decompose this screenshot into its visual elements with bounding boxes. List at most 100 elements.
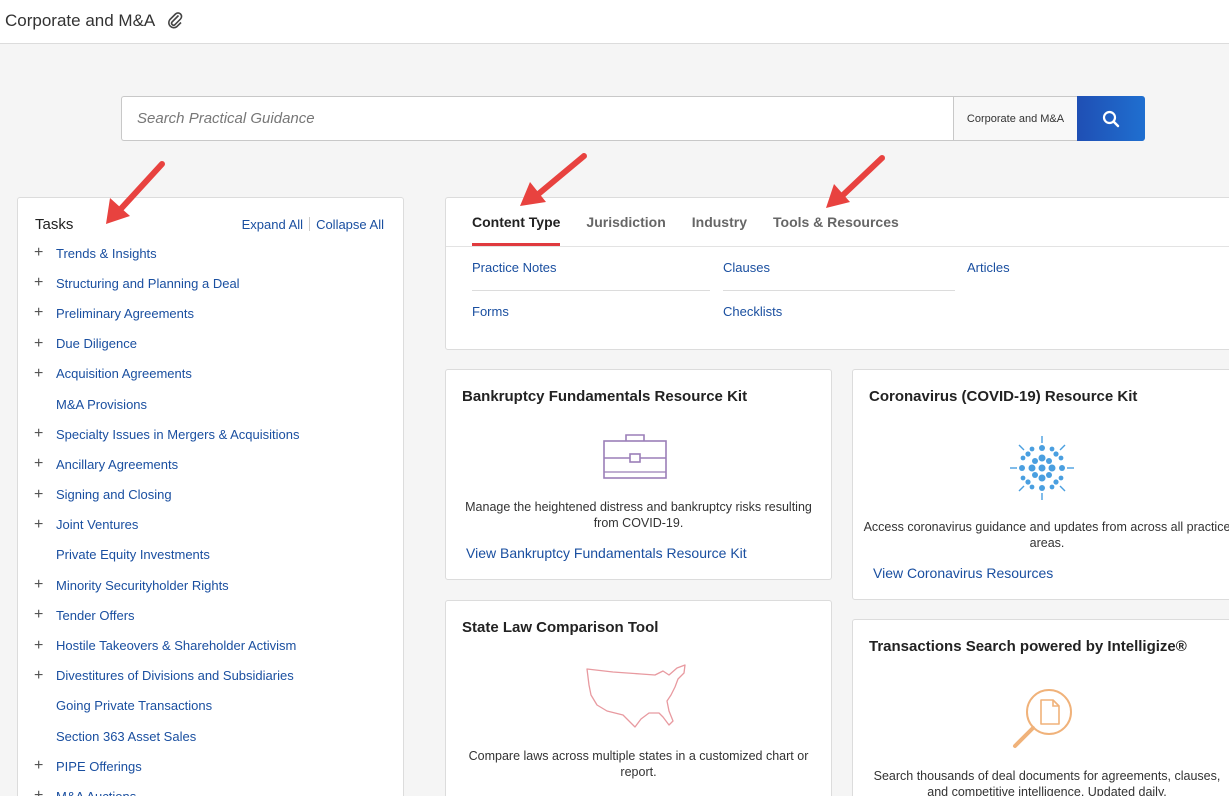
task-item-label[interactable]: Signing and Closing [56, 487, 172, 502]
task-item[interactable]: + Signing and Closing [34, 480, 300, 510]
task-item-label[interactable]: Hostile Takeovers & Shareholder Activism [56, 638, 296, 653]
task-item-label[interactable]: Due Diligence [56, 336, 137, 351]
search-icon [1102, 110, 1120, 127]
transactions-search-card[interactable]: Transactions Search powered by Intelligi… [852, 619, 1229, 796]
task-item-label[interactable]: Private Equity Investments [56, 547, 210, 562]
divider [309, 217, 311, 231]
task-item-label[interactable]: Going Private Transactions [56, 698, 212, 713]
task-item-label[interactable]: Ancillary Agreements [56, 457, 178, 472]
task-item-label[interactable]: M&A Auctions [56, 789, 136, 796]
view-bankruptcy-kit-link[interactable]: View Bankruptcy Fundamentals Resource Ki… [466, 545, 747, 561]
link-clauses[interactable]: Clauses [723, 260, 770, 275]
card-title: Transactions Search powered by Intelligi… [869, 638, 1187, 655]
expand-plus-icon[interactable]: + [34, 456, 56, 472]
card-title: Coronavirus (COVID-19) Resource Kit [869, 388, 1138, 405]
task-item-label[interactable]: Specialty Issues in Mergers & Acquisitio… [56, 427, 300, 442]
content-type-panel: Content Type Jurisdiction Industry Tools… [445, 197, 1229, 350]
task-item[interactable]: +M&A Auctions [34, 781, 300, 796]
expand-plus-icon[interactable]: + [34, 637, 56, 654]
annotation-arrow-icon [826, 155, 885, 208]
task-item[interactable]: + Structuring and Planning a Deal [34, 268, 300, 298]
task-item-label[interactable]: Structuring and Planning a Deal [56, 276, 240, 291]
task-item-label[interactable]: Preliminary Agreements [56, 306, 194, 321]
link-practice-notes[interactable]: Practice Notes [472, 260, 557, 275]
tasks-actions: Expand All Collapse All [242, 217, 384, 232]
expand-plus-icon[interactable]: + [34, 426, 56, 442]
task-item[interactable]: + Specialty Issues in Mergers & Acquisiti… [34, 419, 300, 449]
tab-jurisdiction[interactable]: Jurisdiction [586, 198, 665, 246]
task-item[interactable]: + Joint Ventures [34, 510, 300, 540]
task-item[interactable]: + Trends & Insights [34, 238, 300, 268]
card-description: Compare laws across multiple states in a… [468, 749, 809, 779]
task-list: + Trends & Insights + Structuring and Plann… [34, 238, 300, 796]
expand-plus-icon[interactable]: + [34, 516, 56, 533]
task-item[interactable]: + PIPE Offerings [34, 751, 300, 781]
link-forms[interactable]: Forms [472, 304, 509, 319]
task-item[interactable]: +Section 363 Asset Sales [34, 721, 300, 751]
task-item[interactable]: + Minority Securityholder Rights [34, 570, 300, 600]
task-item[interactable]: + Due Diligence [34, 329, 300, 359]
top-bar: Corporate and M&A [0, 0, 1229, 44]
task-item[interactable]: + Tender Offers [34, 600, 300, 630]
task-item-label[interactable]: Tender Offers [56, 608, 135, 623]
task-item[interactable]: + Hostile Takeovers & Shareholder Activis… [34, 630, 300, 660]
expand-plus-icon[interactable]: + [34, 305, 56, 321]
expand-plus-icon[interactable]: + [34, 577, 56, 593]
card-description: Access coronavirus guidance and updates … [863, 520, 1229, 550]
card-title: Bankruptcy Fundamentals Resource Kit [462, 388, 748, 405]
task-item[interactable]: + Preliminary Agreements [34, 298, 300, 328]
state-law-card[interactable]: State Law Comparison Tool Compare laws a… [445, 600, 832, 796]
task-item-label[interactable]: Acquisition Agreements [56, 366, 192, 381]
bankruptcy-card: Bankruptcy Fundamentals Resource Kit Man… [445, 369, 832, 580]
expand-plus-icon[interactable]: + [34, 245, 56, 261]
tasks-panel: Tasks Expand All Collapse All + Trends & I… [17, 197, 404, 796]
task-item-label[interactable]: Section 363 Asset Sales [56, 729, 196, 744]
expand-all-link[interactable]: Expand All [242, 217, 303, 232]
document-search-icon [1013, 689, 1072, 748]
page-title: Corporate and M&A [5, 11, 156, 30]
search-bar: Corporate and M&A [121, 96, 1145, 141]
us-map-icon [586, 664, 686, 728]
card-description: Search thousands of deal documents for a… [873, 769, 1221, 796]
search-input[interactable] [121, 96, 953, 141]
task-item-label[interactable]: Minority Securityholder Rights [56, 578, 229, 593]
divider [472, 290, 710, 291]
coronavirus-card: Coronavirus (COVID-19) Resource Kit Acce… [852, 369, 1229, 600]
briefcase-icon [603, 434, 667, 479]
virus-icon [1010, 436, 1074, 500]
tasks-title: Tasks [35, 216, 74, 233]
annotation-arrow-icon [520, 153, 587, 206]
expand-plus-icon[interactable]: + [34, 667, 56, 684]
expand-plus-icon[interactable]: + [34, 788, 56, 796]
link-articles[interactable]: Articles [967, 260, 1010, 275]
task-item-label[interactable]: Joint Ventures [56, 517, 138, 532]
search-button[interactable] [1077, 96, 1145, 141]
expand-plus-icon[interactable]: + [34, 335, 56, 352]
expand-plus-icon[interactable]: + [34, 607, 56, 623]
search-scope[interactable]: Corporate and M&A [953, 96, 1077, 141]
task-item-label[interactable]: M&A Provisions [56, 397, 147, 412]
task-item[interactable]: +M&A Provisions [34, 389, 300, 419]
link-checklists[interactable]: Checklists [723, 304, 782, 319]
task-item[interactable]: + Ancillary Agreements [34, 449, 300, 479]
paperclip-icon[interactable] [166, 11, 184, 29]
task-item[interactable]: +Private Equity Investments [34, 540, 300, 570]
task-item-label[interactable]: Divestitures of Divisions and Subsidiari… [56, 668, 294, 683]
expand-plus-icon[interactable]: + [34, 275, 56, 291]
card-title: State Law Comparison Tool [462, 619, 659, 636]
task-item[interactable]: + Acquisition Agreements [34, 359, 300, 389]
divider [723, 290, 955, 291]
task-item-label[interactable]: Trends & Insights [56, 246, 157, 261]
annotation-arrow-icon [106, 161, 165, 224]
collapse-all-link[interactable]: Collapse All [316, 217, 384, 232]
card-description: Manage the heightened distress and bankr… [465, 500, 812, 530]
view-coronavirus-resources-link[interactable]: View Coronavirus Resources [873, 565, 1053, 581]
task-item[interactable]: +Going Private Transactions [34, 691, 300, 721]
task-item[interactable]: + Divestitures of Divisions and Subsidiar… [34, 661, 300, 691]
expand-plus-icon[interactable]: + [34, 486, 56, 503]
expand-plus-icon[interactable]: + [34, 758, 56, 774]
tabs-divider [446, 246, 1229, 247]
tab-industry[interactable]: Industry [692, 198, 747, 246]
expand-plus-icon[interactable]: + [34, 365, 56, 382]
task-item-label[interactable]: PIPE Offerings [56, 759, 142, 774]
